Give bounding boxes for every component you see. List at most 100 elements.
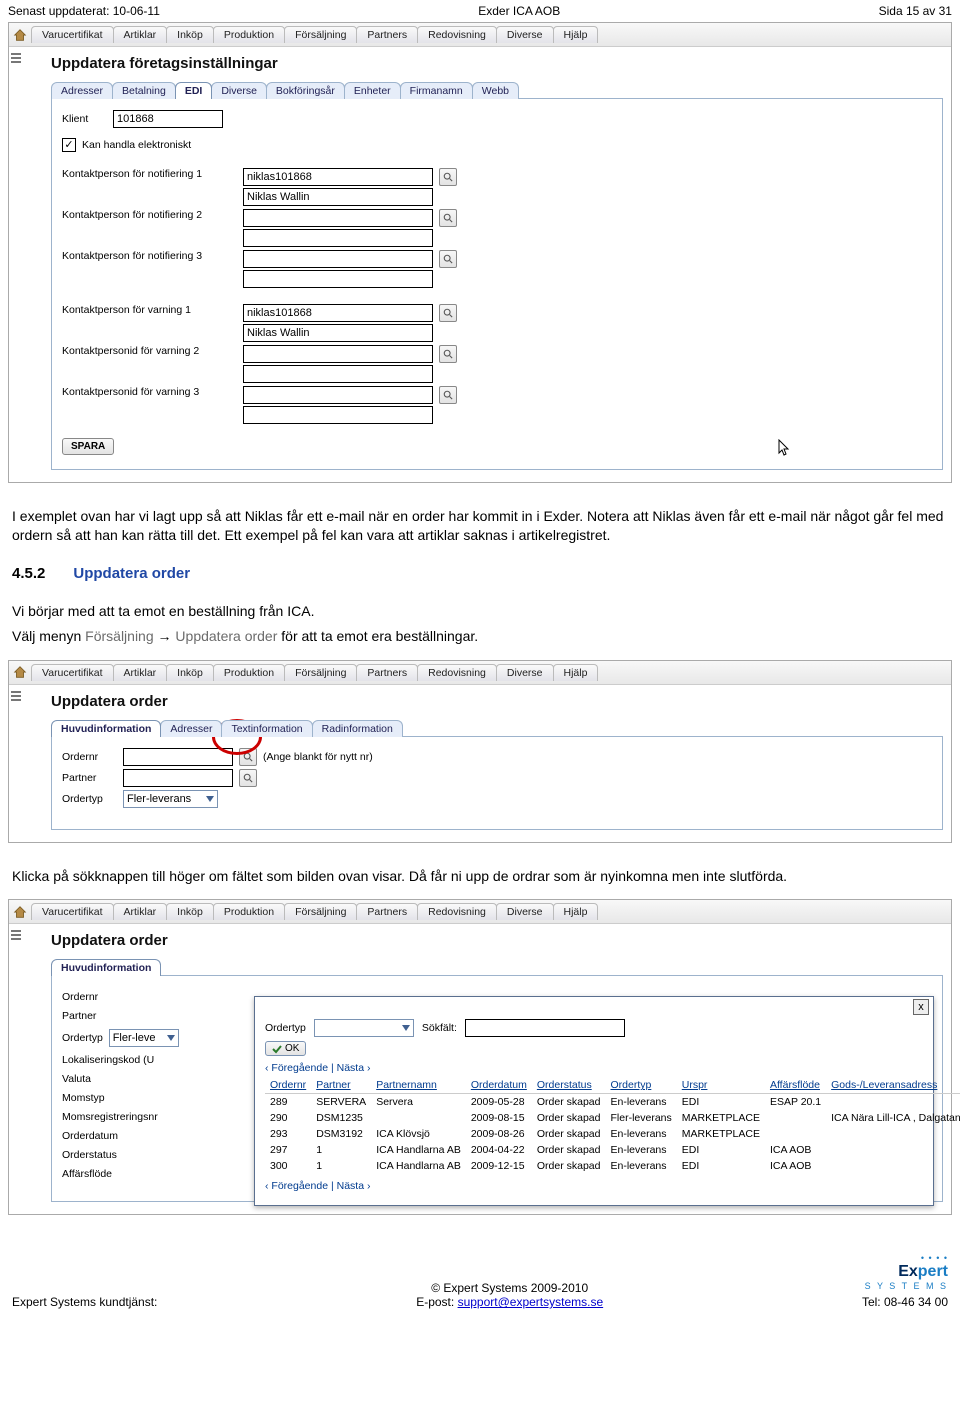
sub-tab-betalning[interactable]: Betalning [112,82,176,99]
warn1-input-id[interactable] [243,304,433,322]
sidebar-toggle[interactable] [9,47,25,482]
menu-tab-diverse[interactable]: Diverse [496,664,554,681]
table-row[interactable]: 290DSM12352009-08-15Order skapadFler-lev… [265,1110,960,1126]
menu-tab-varucertifikat[interactable]: Varucertifikat [31,903,114,920]
save-button[interactable]: SPARA [62,438,114,455]
col-partner[interactable]: Partner [311,1077,371,1094]
menu-tab-försäljning[interactable]: Försäljning [284,26,357,43]
partner-search-button[interactable] [239,769,257,787]
notif2-input-name[interactable] [243,229,433,247]
notif2-search-button[interactable] [439,209,457,227]
sub-tab-edi[interactable]: EDI [175,82,213,99]
notif2-input-id[interactable] [243,209,433,227]
popup-ordertyp-select[interactable] [314,1019,414,1037]
sidebar-toggle[interactable] [9,685,25,842]
warn2-input-name[interactable] [243,365,433,383]
notif1-input-id[interactable] [243,168,433,186]
menu-tab-produktion[interactable]: Produktion [213,664,285,681]
menu-tab-redovisning[interactable]: Redovisning [417,26,497,43]
warn2-input-id[interactable] [243,345,433,363]
sub-tab-huvudinformation[interactable]: Huvudinformation [51,720,161,737]
prev-link[interactable]: ‹ Föregående [265,1062,328,1074]
notif3-input-name[interactable] [243,270,433,288]
prev-link[interactable]: ‹ Föregående [265,1180,328,1192]
sub-tab-diverse[interactable]: Diverse [211,82,267,99]
col-orderdatum[interactable]: Orderdatum [466,1077,532,1094]
notif1-search-button[interactable] [439,168,457,186]
elektroniskt-checkbox[interactable] [62,138,76,152]
sub-tab-huvudinformation[interactable]: Huvudinformation [51,959,161,976]
menu-tab-produktion[interactable]: Produktion [213,903,285,920]
ordernr-input[interactable] [123,748,233,766]
warn1-input-name[interactable] [243,324,433,342]
sub-tab-enheter[interactable]: Enheter [344,82,401,99]
klient-input[interactable] [113,110,223,128]
warn3-input-id[interactable] [243,386,433,404]
col-ordernr[interactable]: Ordernr [265,1077,311,1094]
notif3-search-button[interactable] [439,250,457,268]
sub-tab-adresser[interactable]: Adresser [160,720,222,737]
menu-tab-redovisning[interactable]: Redovisning [417,903,497,920]
elektroniskt-label: Kan handla elektroniskt [82,139,191,151]
menu-tab-partners[interactable]: Partners [356,903,418,920]
sub-tab-textinformation[interactable]: Textinformation [221,720,312,737]
menu-tab-artiklar[interactable]: Artiklar [113,903,168,920]
col-affärsflöde[interactable]: Affärsflöde [765,1077,826,1094]
menu-tab-diverse[interactable]: Diverse [496,26,554,43]
ordertyp-select[interactable]: Fler-leve [109,1029,179,1047]
menu-tab-inköp[interactable]: Inköp [166,26,214,43]
sub-tab-bokföringsår[interactable]: Bokföringsår [266,82,345,99]
close-button[interactable]: x [913,999,929,1015]
warn2-search-button[interactable] [439,345,457,363]
col-partnernamn[interactable]: Partnernamn [371,1077,466,1094]
col-ordertyp[interactable]: Ordertyp [605,1077,676,1094]
sidebar-toggle[interactable] [9,924,25,1214]
menu-tab-redovisning[interactable]: Redovisning [417,664,497,681]
menu-tab-inköp[interactable]: Inköp [166,903,214,920]
menu-tab-hjälp[interactable]: Hjälp [553,903,599,920]
col-gods-/leveransadress[interactable]: Gods-/Leveransadress [826,1077,960,1094]
menu-tab-produktion[interactable]: Produktion [213,26,285,43]
ok-button[interactable]: OK [265,1041,306,1056]
sub-tab-webb[interactable]: Webb [472,82,519,99]
menu-tab-försäljning[interactable]: Försäljning [284,903,357,920]
warn1-search-button[interactable] [439,304,457,322]
warn3-search-button[interactable] [439,386,457,404]
popup-sokfalt-input[interactable] [465,1019,625,1037]
partner-input[interactable] [123,769,233,787]
body-paragraph-1: I exemplet ovan har vi lagt upp så att N… [0,493,960,559]
menu-tab-hjälp[interactable]: Hjälp [553,664,599,681]
sub-tab-adresser[interactable]: Adresser [51,82,113,99]
col-urspr[interactable]: Urspr [677,1077,765,1094]
sub-tab-radinformation[interactable]: Radinformation [312,720,403,737]
home-icon[interactable] [13,905,27,919]
menu-tab-partners[interactable]: Partners [356,664,418,681]
warn3-input-name[interactable] [243,406,433,424]
ordertyp-select[interactable]: Fler-leverans [123,790,218,808]
footer-email-link[interactable]: support@expertsystems.se [458,1295,604,1309]
home-icon[interactable] [13,665,27,679]
menu-tab-varucertifikat[interactable]: Varucertifikat [31,26,114,43]
footer-left: Expert Systems kundtjänst: [12,1295,157,1309]
notif1-input-name[interactable] [243,188,433,206]
table-row[interactable]: 289SERVERAServera2009-05-28Order skapadE… [265,1094,960,1111]
menu-tab-partners[interactable]: Partners [356,26,418,43]
col-orderstatus[interactable]: Orderstatus [532,1077,606,1094]
menu-tab-försäljning[interactable]: Försäljning [284,664,357,681]
menu-tab-artiklar[interactable]: Artiklar [113,26,168,43]
menu-tab-varucertifikat[interactable]: Varucertifikat [31,664,114,681]
next-link[interactable]: Nästa › [337,1180,371,1192]
menu-tab-diverse[interactable]: Diverse [496,903,554,920]
home-icon[interactable] [13,28,27,42]
table-row[interactable]: 2971ICA Handlarna AB2004-04-22Order skap… [265,1142,960,1158]
tab-panel-huvudinfo: Ordernr (Ange blankt för nytt nr) Partne… [51,736,943,830]
menu-tab-inköp[interactable]: Inköp [166,664,214,681]
table-row[interactable]: 293DSM3192ICA Klövsjö2009-08-26Order ska… [265,1126,960,1142]
ordernr-search-button[interactable] [239,748,257,766]
sub-tab-firmanamn[interactable]: Firmanamn [400,82,473,99]
menu-tab-hjälp[interactable]: Hjälp [553,26,599,43]
table-row[interactable]: 3001ICA Handlarna AB2009-12-15Order skap… [265,1158,960,1174]
next-link[interactable]: Nästa › [337,1062,371,1074]
menu-tab-artiklar[interactable]: Artiklar [113,664,168,681]
notif3-input-id[interactable] [243,250,433,268]
